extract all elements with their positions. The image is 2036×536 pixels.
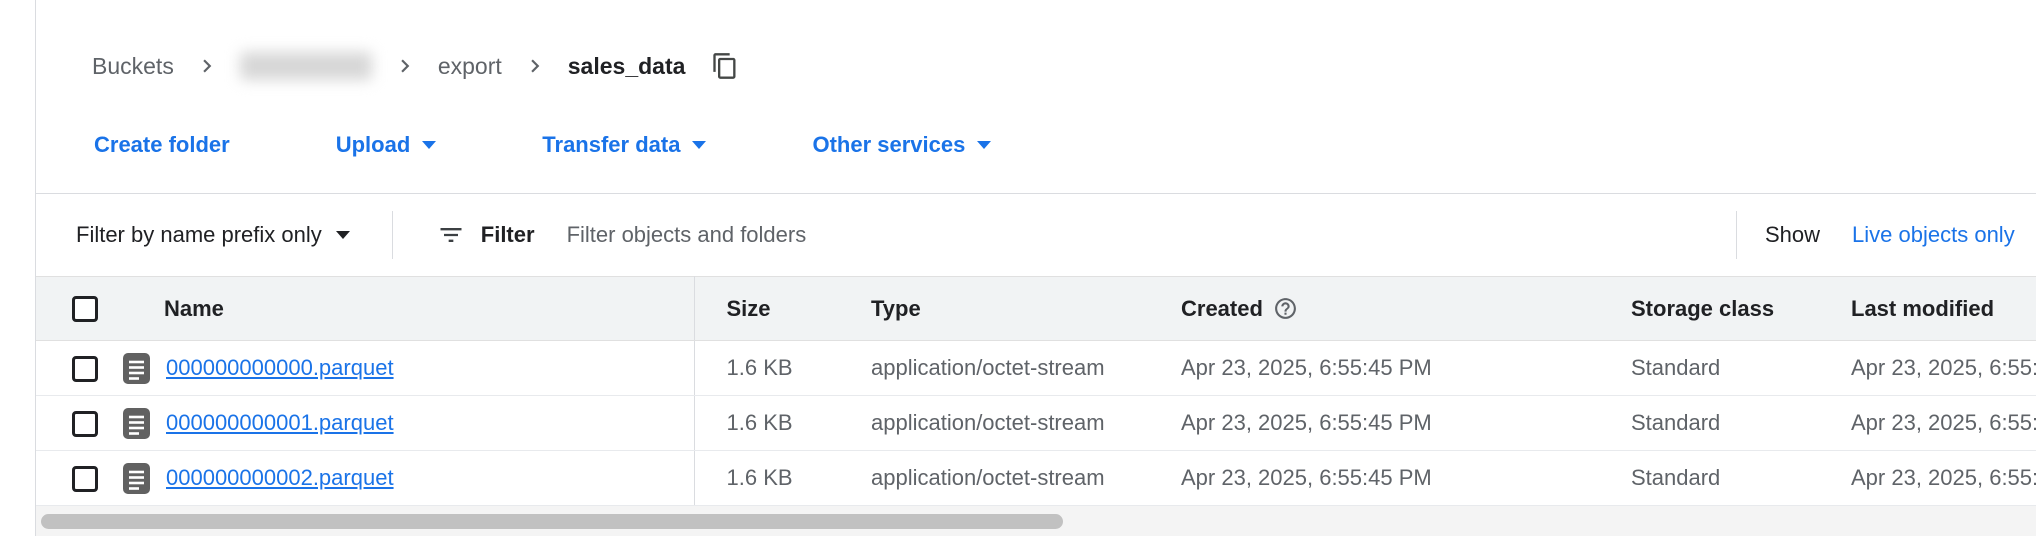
chevron-down-icon (977, 141, 991, 149)
filter-bar: Filter by name prefix only Filter Show L… (36, 193, 2036, 276)
storage-class-cell: Standard (1599, 451, 1819, 506)
table-row: 000000000000.parquet 1.6 KB application/… (36, 341, 2036, 396)
chevron-right-icon (522, 53, 548, 79)
table-row: 000000000001.parquet 1.6 KB application/… (36, 396, 2036, 451)
object-link[interactable]: 000000000001.parquet (166, 410, 394, 436)
file-icon (123, 463, 150, 494)
create-folder-button[interactable]: Create folder (94, 132, 230, 158)
copy-icon (711, 52, 739, 80)
breadcrumb-item-export[interactable]: export (438, 53, 502, 80)
column-header-type: Type (839, 277, 1149, 341)
column-header-name: Name (111, 277, 694, 341)
last-modified-cell: Apr 23, 2025, 6:55:45 PM (1819, 341, 2036, 396)
chevron-right-icon (392, 53, 418, 79)
column-header-created: Created (1149, 277, 1599, 341)
table-row: 000000000002.parquet 1.6 KB application/… (36, 451, 2036, 506)
filter-scope-dropdown[interactable]: Filter by name prefix only (76, 222, 350, 248)
other-services-button[interactable]: Other services (812, 132, 991, 158)
storage-class-cell: Standard (1599, 341, 1819, 396)
bucket-browser-panel: Buckets export sales_data Create folder … (35, 0, 2036, 536)
last-modified-cell: Apr 23, 2025, 6:55:45 PM (1819, 396, 2036, 451)
size-cell: 1.6 KB (694, 451, 839, 506)
object-link[interactable]: 000000000002.parquet (166, 465, 394, 491)
divider (1736, 211, 1737, 259)
column-header-storage-class: Storage class (1599, 277, 1819, 341)
column-header-last-modified: Last modified (1819, 277, 2036, 341)
divider (392, 211, 393, 259)
row-checkbox[interactable] (72, 466, 98, 492)
objects-table: Name Size Type Created Storage class Las… (36, 276, 2036, 506)
transfer-data-button[interactable]: Transfer data (542, 132, 706, 158)
table-header-row: Name Size Type Created Storage class Las… (36, 277, 2036, 341)
horizontal-scrollbar-track (36, 506, 2036, 536)
file-icon (123, 353, 150, 384)
copy-path-button[interactable] (711, 52, 739, 80)
row-checkbox[interactable] (72, 411, 98, 437)
breadcrumb-item-bucket-redacted[interactable] (240, 52, 372, 80)
last-modified-cell: Apr 23, 2025, 6:55:45 PM (1819, 451, 2036, 506)
other-services-button-label: Other services (812, 132, 965, 158)
chevron-right-icon (194, 53, 220, 79)
show-label: Show (1765, 222, 1820, 248)
object-link[interactable]: 000000000000.parquet (166, 355, 394, 381)
chevron-down-icon (336, 231, 350, 239)
chevron-down-icon (692, 141, 706, 149)
created-cell: Apr 23, 2025, 6:55:45 PM (1149, 396, 1599, 451)
type-cell: application/octet-stream (839, 341, 1149, 396)
created-cell: Apr 23, 2025, 6:55:45 PM (1149, 341, 1599, 396)
upload-button-label: Upload (336, 132, 411, 158)
storage-class-cell: Standard (1599, 396, 1819, 451)
row-checkbox[interactable] (72, 356, 98, 382)
created-header-label: Created (1181, 296, 1263, 322)
breadcrumb-item-buckets[interactable]: Buckets (92, 53, 174, 80)
type-cell: application/octet-stream (839, 451, 1149, 506)
horizontal-scrollbar-thumb[interactable] (41, 514, 1063, 529)
created-cell: Apr 23, 2025, 6:55:45 PM (1149, 451, 1599, 506)
transfer-data-button-label: Transfer data (542, 132, 680, 158)
filter-button[interactable]: Filter (437, 221, 535, 249)
toolbar: Create folder Upload Transfer data Other… (36, 96, 2036, 193)
select-all-checkbox[interactable] (72, 296, 98, 322)
column-header-size: Size (694, 277, 839, 341)
filter-list-icon (437, 221, 465, 249)
help-icon[interactable] (1273, 296, 1298, 321)
filter-objects-input[interactable] (565, 221, 985, 249)
chevron-down-icon (422, 141, 436, 149)
upload-button[interactable]: Upload (336, 132, 437, 158)
breadcrumb: Buckets export sales_data (36, 0, 2036, 96)
breadcrumb-item-current: sales_data (568, 53, 686, 80)
size-cell: 1.6 KB (694, 396, 839, 451)
filter-button-label: Filter (481, 222, 535, 248)
type-cell: application/octet-stream (839, 396, 1149, 451)
filter-scope-label: Filter by name prefix only (76, 222, 322, 248)
file-icon (123, 408, 150, 439)
size-cell: 1.6 KB (694, 341, 839, 396)
show-objects-dropdown[interactable]: Live objects only (1852, 222, 2015, 248)
